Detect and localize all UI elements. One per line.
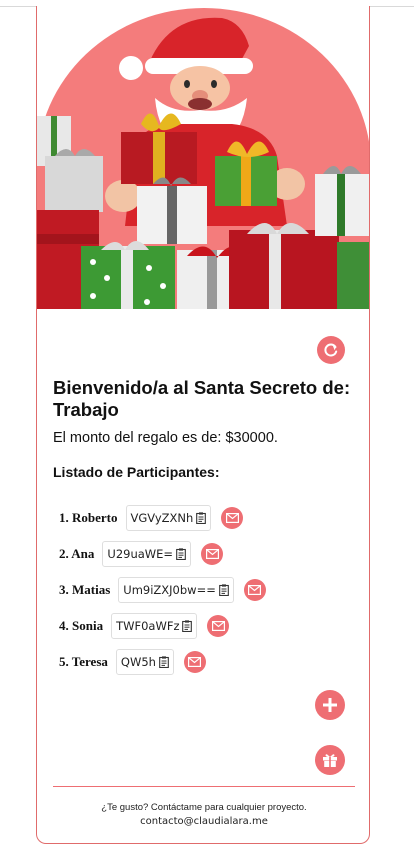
participant-row: 5. Teresa QW5h bbox=[59, 644, 359, 680]
clipboard-icon bbox=[219, 584, 229, 596]
clipboard-icon bbox=[159, 656, 169, 668]
refresh-icon bbox=[324, 343, 338, 357]
participant-row: 3. Matias Um9iZXJ0bw== bbox=[59, 572, 359, 608]
footer-text: ¿Te gusto? Contáctame para cualquier pro… bbox=[101, 802, 307, 813]
envelope-icon bbox=[205, 549, 219, 559]
participant-code: Um9iZXJ0bw== bbox=[123, 583, 216, 597]
add-participant-button[interactable] bbox=[315, 690, 345, 720]
contact-email-link[interactable]: contacto@claudialara.me bbox=[37, 816, 369, 827]
page-title: Bienvenido/a al Santa Secreto de: Trabaj… bbox=[53, 377, 351, 420]
copy-code-button[interactable]: TWF0aWFz bbox=[111, 613, 198, 639]
hero-image bbox=[37, 6, 369, 309]
santa-illustration bbox=[37, 8, 369, 309]
gift-icon bbox=[323, 754, 337, 767]
participant-name: 4. Sonia bbox=[59, 618, 104, 633]
participant-row: 2. Ana U29uaWE= bbox=[59, 536, 359, 572]
participant-code: U29uaWE= bbox=[107, 547, 174, 561]
send-email-button[interactable] bbox=[183, 651, 206, 673]
participant-row: 4. Sonia TWF0aWFz bbox=[59, 608, 359, 644]
participant-row: 1. Roberto VGVyZXNh bbox=[59, 500, 359, 536]
clipboard-icon bbox=[182, 620, 193, 632]
participant-name: 5. Teresa bbox=[59, 654, 108, 669]
envelope-icon bbox=[225, 513, 239, 523]
participant-name: 1. Roberto bbox=[59, 510, 118, 525]
clipboard-icon bbox=[176, 548, 186, 560]
envelope-icon bbox=[248, 585, 262, 595]
copy-code-button[interactable]: VGVyZXNh bbox=[125, 505, 212, 531]
send-email-button[interactable] bbox=[221, 507, 244, 529]
participant-code: QW5h bbox=[120, 655, 156, 669]
participants-heading: Listado de Participantes: bbox=[53, 464, 220, 480]
copy-code-button[interactable]: U29uaWE= bbox=[102, 541, 192, 567]
participants-list: 1. Roberto VGVyZXNh 2. Ana U29uaWE= 3. M… bbox=[59, 500, 359, 680]
secret-santa-card: Bienvenido/a al Santa Secreto de: Trabaj… bbox=[36, 6, 370, 844]
participant-code: VGVyZXNh bbox=[130, 511, 194, 525]
reset-button[interactable] bbox=[317, 336, 345, 364]
plus-icon bbox=[323, 698, 337, 712]
copy-code-button[interactable]: Um9iZXJ0bw== bbox=[118, 577, 234, 603]
participant-code: TWF0aWFz bbox=[116, 619, 180, 633]
send-email-button[interactable] bbox=[207, 615, 230, 637]
send-email-button[interactable] bbox=[201, 543, 224, 565]
participant-name: 3. Matias bbox=[59, 582, 111, 597]
participant-name: 2. Ana bbox=[59, 546, 95, 561]
draw-gifts-button[interactable] bbox=[315, 745, 345, 775]
envelope-icon bbox=[211, 621, 225, 631]
footer: ¿Te gusto? Contáctame para cualquier pro… bbox=[37, 802, 369, 827]
gift-amount-text: El monto del regalo es de: $30000. bbox=[53, 430, 278, 446]
clipboard-icon bbox=[196, 512, 207, 524]
copy-code-button[interactable]: QW5h bbox=[115, 649, 174, 675]
envelope-icon bbox=[188, 657, 202, 667]
footer-divider bbox=[53, 786, 355, 787]
send-email-button[interactable] bbox=[243, 579, 266, 601]
